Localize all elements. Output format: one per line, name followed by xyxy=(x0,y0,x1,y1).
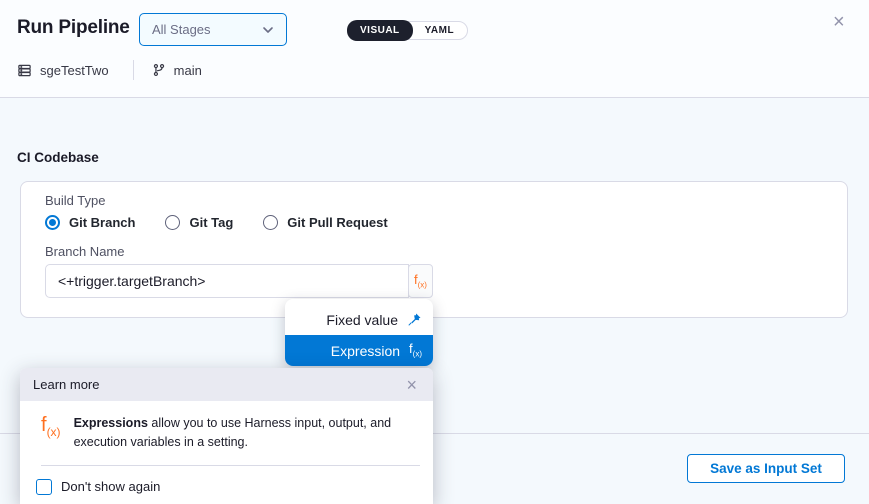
page-title: Run Pipeline xyxy=(17,17,130,39)
popover-body: f(x) Expressions allow you to use Harnes… xyxy=(20,401,433,452)
repository-icon xyxy=(17,63,32,78)
checkbox-unchecked-icon[interactable] xyxy=(36,479,52,495)
menu-item-expression[interactable]: Expression f(x) xyxy=(285,335,433,366)
expression-icon: f(x) xyxy=(414,273,427,290)
menu-item-fixed-value[interactable]: Fixed value xyxy=(285,304,433,335)
radio-unselected-icon xyxy=(165,215,180,230)
expression-button[interactable]: f(x) xyxy=(408,264,433,298)
dialog-header: Run Pipeline All Stages VISUAL YAML × xyxy=(0,0,869,98)
radio-git-pull-request[interactable]: Git Pull Request xyxy=(263,215,387,230)
stage-selector[interactable]: All Stages xyxy=(139,13,287,46)
close-icon[interactable]: × xyxy=(833,12,845,32)
build-type-label: Build Type xyxy=(45,193,105,208)
radio-git-tag[interactable]: Git Tag xyxy=(165,215,233,230)
pin-icon xyxy=(407,312,422,327)
branch-name-input[interactable] xyxy=(45,264,409,298)
section-title-ci-codebase: CI Codebase xyxy=(17,150,99,165)
expression-icon: f(x) xyxy=(41,414,61,439)
popover-close-icon[interactable]: × xyxy=(406,376,417,394)
save-as-input-set-button[interactable]: Save as Input Set xyxy=(687,454,845,483)
value-type-menu: Fixed value Expression f(x) xyxy=(285,299,433,366)
stage-selector-value: All Stages xyxy=(152,22,211,37)
branch-name: main xyxy=(174,63,202,78)
chevron-down-icon xyxy=(262,24,274,36)
tab-visual[interactable]: VISUAL xyxy=(347,20,413,41)
view-toggle: VISUAL YAML xyxy=(347,21,468,40)
branch-name-label: Branch Name xyxy=(45,244,124,259)
dont-show-again-option[interactable]: Don't show again xyxy=(36,479,433,495)
codebase-info: sgeTestTwo main xyxy=(17,60,202,80)
divider xyxy=(133,60,134,80)
ci-codebase-card: Build Type Git Branch Git Tag Git Pull R… xyxy=(20,181,848,318)
popover-title: Learn more xyxy=(33,377,99,392)
learn-more-popover: Learn more × f(x) Expressions allow you … xyxy=(20,368,433,504)
checkbox-label: Don't show again xyxy=(61,479,160,494)
expression-icon: f(x) xyxy=(409,342,422,359)
run-pipeline-dialog: Run Pipeline All Stages VISUAL YAML × xyxy=(0,0,869,504)
git-branch-icon xyxy=(152,63,166,77)
build-type-radio-group: Git Branch Git Tag Git Pull Request xyxy=(45,215,388,230)
popover-text: Expressions allow you to use Harness inp… xyxy=(74,414,419,452)
repo-name: sgeTestTwo xyxy=(40,63,109,78)
tab-yaml[interactable]: YAML xyxy=(412,21,467,40)
radio-git-branch[interactable]: Git Branch xyxy=(45,215,135,230)
radio-selected-icon xyxy=(45,215,60,230)
radio-unselected-icon xyxy=(263,215,278,230)
popover-header: Learn more × xyxy=(20,368,433,401)
popover-divider xyxy=(41,465,420,466)
branch-name-input-row: f(x) xyxy=(45,264,433,298)
